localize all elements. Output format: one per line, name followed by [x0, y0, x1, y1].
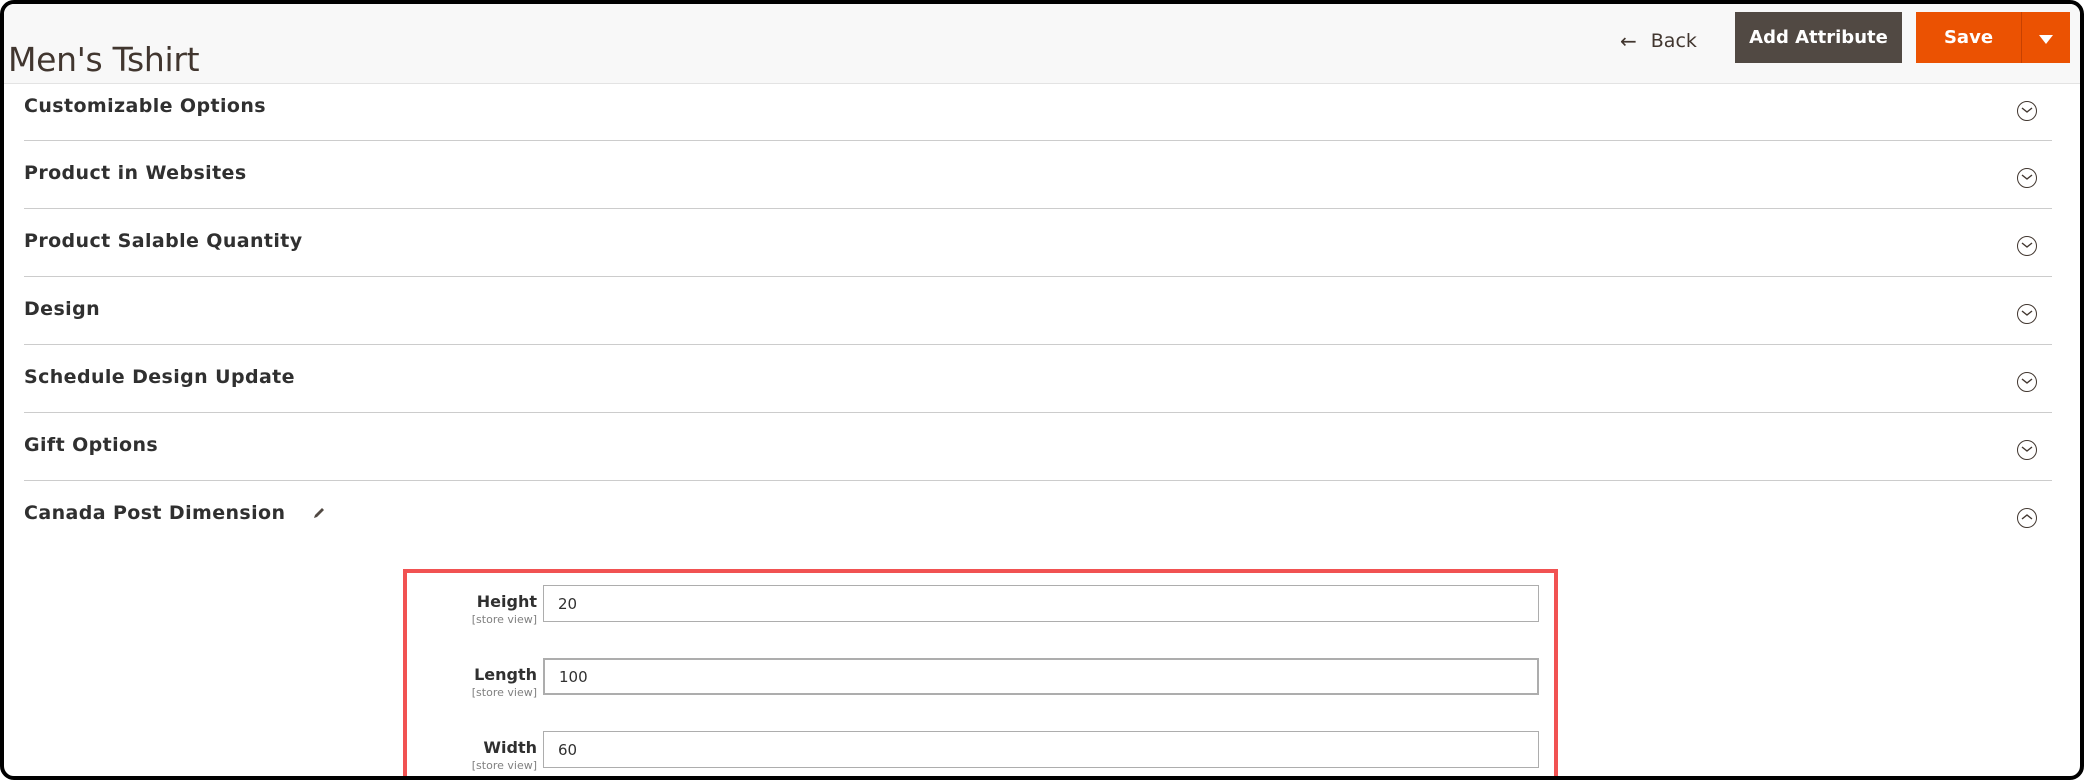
arrow-left-icon: ← — [1620, 29, 1637, 53]
height-input[interactable] — [543, 585, 1539, 622]
section-schedule-design-update[interactable]: Schedule Design Update — [24, 345, 2052, 413]
chevron-down-icon[interactable] — [2017, 236, 2037, 256]
section-title: Schedule Design Update — [24, 366, 295, 388]
field-length: Length [store view] — [407, 658, 1554, 718]
section-title: Canada Post Dimension — [24, 502, 326, 525]
section-design[interactable]: Design — [24, 277, 2052, 345]
chevron-down-icon[interactable] — [2017, 304, 2037, 324]
product-sections: Customizable Options Product in Websites… — [24, 84, 2052, 561]
section-title-text: Canada Post Dimension — [24, 502, 286, 524]
width-input[interactable] — [543, 731, 1539, 768]
save-button[interactable]: Save — [1916, 12, 2022, 63]
back-button[interactable]: ← Back — [1620, 26, 1697, 56]
field-label: Length — [474, 665, 537, 684]
caret-down-icon — [2039, 34, 2053, 44]
save-dropdown-toggle[interactable] — [2022, 12, 2070, 63]
field-height: Height [store view] — [407, 585, 1554, 645]
section-gift-options[interactable]: Gift Options — [24, 413, 2052, 481]
section-product-salable-quantity[interactable]: Product Salable Quantity — [24, 209, 2052, 277]
chevron-down-icon[interactable] — [2017, 101, 2037, 121]
field-scope: [store view] — [471, 686, 537, 699]
chevron-up-icon[interactable] — [2017, 508, 2037, 528]
pencil-icon[interactable] — [312, 503, 326, 525]
field-label: Width — [483, 738, 537, 757]
section-title: Design — [24, 298, 101, 320]
section-title: Gift Options — [24, 434, 159, 456]
page-title: Men's Tshirt — [8, 40, 200, 80]
field-scope: [store view] — [471, 613, 537, 626]
add-attribute-button[interactable]: Add Attribute — [1735, 12, 1902, 63]
section-product-in-websites[interactable]: Product in Websites — [24, 141, 2052, 209]
field-label: Height — [476, 592, 537, 611]
chevron-down-icon[interactable] — [2017, 168, 2037, 188]
page-header: Men's Tshirt ← Back Add Attribute Save — [4, 4, 2080, 84]
canada-post-dimension-panel: Height [store view] Length [store view] … — [403, 569, 1558, 776]
chevron-down-icon[interactable] — [2017, 440, 2037, 460]
field-width: Width [store view] — [407, 731, 1554, 776]
section-canada-post-dimension[interactable]: Canada Post Dimension — [24, 481, 2052, 561]
field-scope: [store view] — [471, 759, 537, 772]
back-label: Back — [1650, 30, 1697, 52]
length-input[interactable] — [543, 658, 1539, 695]
section-title: Product Salable Quantity — [24, 230, 303, 252]
section-title: Product in Websites — [24, 162, 247, 184]
app-window: Men's Tshirt ← Back Add Attribute Save C… — [0, 0, 2084, 780]
save-split-button: Save — [1916, 12, 2070, 63]
chevron-down-icon[interactable] — [2017, 372, 2037, 392]
section-customizable-options[interactable]: Customizable Options — [24, 84, 2052, 141]
section-title: Customizable Options — [24, 95, 266, 117]
